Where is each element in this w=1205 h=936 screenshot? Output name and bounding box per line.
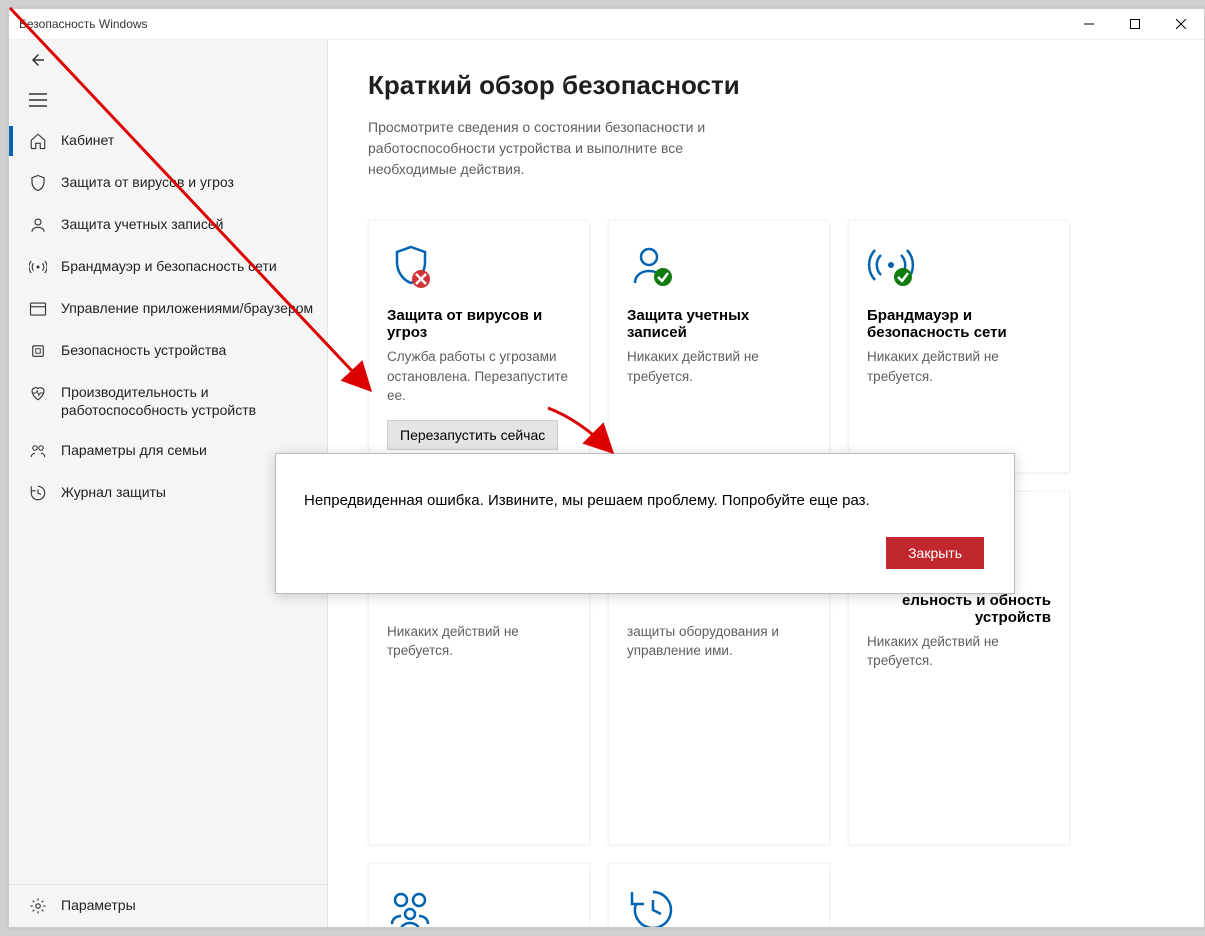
nav-label: Журнал защиты [61,483,166,501]
home-icon [27,131,49,151]
family-large-icon [387,886,571,927]
nav-device-security[interactable]: Безопасность устройства [9,330,327,372]
tile-body: Служба работы с угрозами остановлена. Пе… [387,347,571,406]
heart-icon [27,383,49,403]
antenna-icon [27,257,49,277]
back-button[interactable] [23,45,53,75]
page-subtitle: Просмотрите сведения о состоянии безопас… [368,117,768,180]
tile-body: Никаких действий не требуется. [387,622,571,661]
tile-account[interactable]: Защита учетных записей Никаких действий … [608,220,830,473]
nav-appbrowser[interactable]: Управление приложениями/браузером [9,288,327,330]
close-button[interactable] [1158,9,1204,39]
error-dialog: Непредвиденная ошибка. Извините, мы реша… [275,453,1015,594]
dialog-close-button[interactable]: Закрыть [886,537,984,569]
tile-family[interactable]: Параметры для семьи Определяйте условия … [368,863,590,927]
title-bar: Безопасность Windows [9,9,1204,40]
window-icon [27,299,49,319]
shield-alert-icon [387,243,571,293]
minimize-button[interactable] [1066,9,1112,39]
nav-label: Брандмауэр и безопасность сети [61,257,277,275]
nav-label: Управление приложениями/браузером [61,299,313,317]
family-icon [27,441,49,461]
nav-label: Кабинет [61,131,114,149]
person-icon [27,215,49,235]
maximize-button[interactable] [1112,9,1158,39]
window-title: Безопасность Windows [19,17,148,31]
tile-title: Защита учетных записей [627,307,811,341]
antenna-ok-icon [867,243,1051,293]
nav-account[interactable]: Защита учетных записей [9,204,327,246]
nav-settings[interactable]: Параметры [9,885,327,927]
nav-label: Защита от вирусов и угроз [61,173,234,191]
shield-icon [27,173,49,193]
chip-icon [27,341,49,361]
nav-label: Безопасность устройства [61,341,226,359]
tile-title: Защита от вирусов и угроз [387,307,571,341]
tile-body: Никаких действий не требуется. [627,347,811,386]
tile-body: Никаких действий не требуется. [867,347,1051,386]
nav-label: Защита учетных записей [61,215,223,233]
hamburger-button[interactable] [23,85,53,115]
nav-label: Параметры [61,896,136,914]
history-large-icon [627,886,811,927]
page-title: Краткий обзор безопасности [368,70,1164,101]
nav-home[interactable]: Кабинет [9,120,327,162]
nav-firewall[interactable]: Брандмауэр и безопасность сети [9,246,327,288]
nav-virus[interactable]: Защита от вирусов и угроз [9,162,327,204]
person-ok-icon [627,243,811,293]
tile-body: защиты оборудования и управление ими. [627,622,811,661]
history-icon [27,483,49,503]
restart-now-button[interactable]: Перезапустить сейчас [387,420,558,450]
nav-performance[interactable]: Производительность и работоспособность у… [9,372,327,430]
nav-label: Производительность и работоспособность у… [61,383,317,419]
tile-history[interactable]: Журнал защиты Просмотрите последние дейс… [608,863,830,927]
tile-title: ельность и обность устройств [867,592,1051,626]
dialog-message: Непредвиденная ошибка. Извините, мы реша… [304,492,984,509]
tile-title: Брандмауэр и безопасность сети [867,307,1051,341]
gear-icon [27,896,49,916]
tile-firewall[interactable]: Брандмауэр и безопасность сети Никаких д… [848,220,1070,473]
nav-label: Параметры для семьи [61,441,207,459]
tile-body: Никаких действий не требуется. [867,632,1051,671]
tile-virus[interactable]: Защита от вирусов и угроз Служба работы … [368,220,590,473]
